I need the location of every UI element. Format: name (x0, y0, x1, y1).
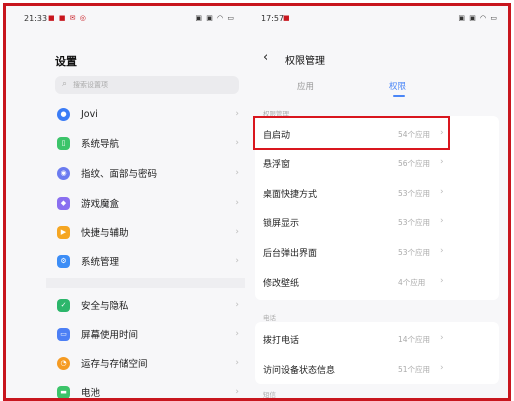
system-status-icons: ▣ ▣ ◠ ▭ (195, 14, 235, 22)
storage-icon: ◔ (57, 356, 70, 370)
screen-time-icon: ▭ (57, 327, 70, 341)
system-status-icons: ▣ ▣ ◠ ▭ (458, 14, 498, 22)
shield-icon: ✓ (57, 298, 70, 312)
chevron-right-icon: › (440, 363, 444, 373)
settings-item-system-management[interactable]: ⚙ 系统管理 › (55, 246, 243, 276)
settings-item-label: 电池 (81, 388, 101, 398)
search-placeholder: 搜索设置项 (73, 81, 108, 89)
chevron-right-icon: › (440, 333, 444, 343)
app-count: 53个应用 (398, 248, 431, 257)
notification-icons: ■ (283, 14, 291, 22)
page-title: 设置 (55, 55, 77, 68)
chevron-right-icon: › (235, 168, 239, 178)
jovi-icon: ● (57, 107, 70, 121)
settings-item-label: 运存与存储空间 (81, 359, 148, 370)
permission-panel: 17:57 ■ ▣ ▣ ◠ ▭ ‹ 权限管理 应用 权限 权限管理 自启动 54… (245, 6, 508, 398)
page-title: 权限管理 (285, 56, 325, 67)
settings-item-battery[interactable]: ▬ 电池 › (55, 377, 243, 398)
section-header: 电话 (263, 314, 276, 322)
app-count: 56个应用 (398, 159, 431, 168)
chevron-right-icon: › (440, 246, 444, 256)
chevron-right-icon: › (440, 216, 444, 226)
settings-item-security[interactable]: ✓ 安全与隐私 › (55, 290, 243, 320)
search-input[interactable]: ⌕ 搜索设置项 (55, 76, 239, 94)
chevron-right-icon: › (440, 157, 444, 167)
tab-apps[interactable]: 应用 (297, 80, 314, 92)
settings-item-label: Jovi (81, 108, 98, 120)
game-box-icon: ◆ (57, 196, 70, 210)
settings-item-navigation[interactable]: ▯ 系统导航 › (55, 128, 243, 158)
section-divider (46, 278, 245, 288)
search-icon: ⌕ (62, 79, 68, 89)
settings-item-screen-time[interactable]: ▭ 屏幕使用时间 › (55, 319, 243, 349)
section-header: 短信 (263, 391, 276, 398)
status-bar: 17:57 ■ ▣ ▣ ◠ ▭ (245, 14, 508, 28)
chevron-right-icon: › (235, 198, 239, 208)
settings-item-label: 指纹、面部与密码 (81, 169, 158, 180)
tab-permissions[interactable]: 权限 (389, 80, 406, 92)
screenshot-frame: 21:33 ■ ■ ✉ ◎ ▣ ▣ ◠ ▭ 设置 ⌕ 搜索设置项 ● Jovi … (3, 3, 511, 401)
notification-icons: ■ ■ ✉ ◎ (48, 14, 87, 22)
permission-item-background-popup[interactable]: 后台弹出界面 53个应用 › (263, 240, 447, 264)
settings-item-label: 游戏魔盒 (81, 199, 120, 210)
chevron-right-icon: › (235, 300, 239, 310)
back-arrow-icon[interactable]: ‹ (263, 50, 268, 65)
navigation-icon: ▯ (57, 136, 70, 150)
app-count: 53个应用 (398, 218, 431, 227)
permission-item-device-status[interactable]: 访问设备状态信息 51个应用 › (263, 357, 447, 381)
chevron-right-icon: › (440, 276, 444, 286)
settings-item-label: 系统管理 (81, 257, 120, 268)
status-time: 17:57 (261, 14, 285, 23)
chevron-right-icon: › (440, 187, 444, 197)
chevron-right-icon: › (235, 109, 239, 119)
settings-item-fingerprint[interactable]: ◉ 指纹、面部与密码 › (55, 158, 243, 188)
app-count: 4个应用 (398, 278, 426, 287)
settings-item-label: 屏幕使用时间 (81, 330, 139, 341)
status-time: 21:33 (24, 14, 48, 23)
chevron-right-icon: › (235, 329, 239, 339)
permission-item-floating-window[interactable]: 悬浮窗 56个应用 › (263, 151, 447, 175)
battery-icon: ▬ (57, 385, 70, 398)
active-tab-indicator (393, 95, 405, 97)
permission-item-desktop-shortcut[interactable]: 桌面快捷方式 53个应用 › (263, 181, 447, 205)
settings-item-game-box[interactable]: ◆ 游戏魔盒 › (55, 188, 243, 218)
chevron-right-icon: › (235, 256, 239, 266)
settings-item-label: 安全与隐私 (81, 301, 129, 312)
status-bar: 21:33 ■ ■ ✉ ◎ ▣ ▣ ◠ ▭ (6, 14, 245, 28)
settings-panel: 21:33 ■ ■ ✉ ◎ ▣ ▣ ◠ ▭ 设置 ⌕ 搜索设置项 ● Jovi … (6, 6, 245, 398)
permission-item-change-wallpaper[interactable]: 修改壁纸 4个应用 › (263, 270, 447, 294)
settings-item-label: 快捷与辅助 (81, 228, 129, 239)
shortcut-icon: ▶ (57, 225, 70, 239)
app-count: 14个应用 (398, 335, 431, 344)
permission-item-lockscreen-display[interactable]: 锁屏显示 53个应用 › (263, 210, 447, 234)
chevron-right-icon: › (235, 387, 239, 397)
fingerprint-icon: ◉ (57, 166, 70, 180)
app-count: 53个应用 (398, 189, 431, 198)
chevron-right-icon: › (235, 358, 239, 368)
permission-item-make-call[interactable]: 拨打电话 14个应用 › (263, 327, 447, 351)
app-count: 51个应用 (398, 365, 431, 374)
settings-item-storage[interactable]: ◔ 运存与存储空间 › (55, 348, 243, 378)
chevron-right-icon: › (235, 138, 239, 148)
settings-item-label: 系统导航 (81, 139, 120, 150)
chevron-right-icon: › (235, 227, 239, 237)
system-management-icon: ⚙ (57, 254, 70, 268)
settings-item-shortcut[interactable]: ▶ 快捷与辅助 › (55, 217, 243, 247)
settings-item-jovi[interactable]: ● Jovi › (55, 99, 243, 129)
highlight-box (253, 116, 450, 150)
